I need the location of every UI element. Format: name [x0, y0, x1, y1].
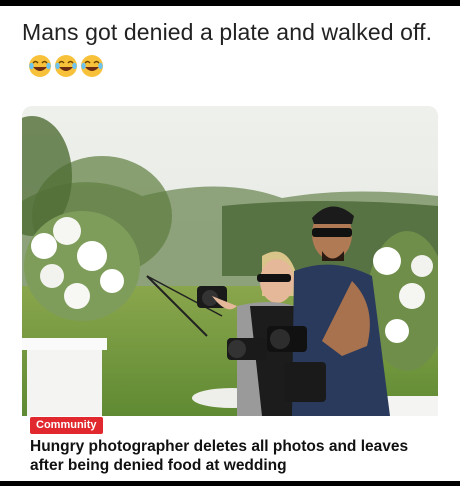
bottom-border	[0, 481, 460, 486]
face-with-tears-of-joy-icon	[81, 54, 103, 77]
post-caption: Mans got denied a plate and walked off.	[22, 16, 442, 80]
article-headline[interactable]: Hungry photographer deletes all photos a…	[30, 437, 430, 475]
face-with-tears-of-joy-icon	[55, 54, 77, 77]
face-with-tears-of-joy-icon	[29, 54, 51, 77]
top-border	[0, 0, 460, 6]
caption-text: Mans got denied a plate and walked off.	[22, 19, 433, 45]
article-card[interactable]: Community Hungry photographer deletes al…	[22, 106, 438, 481]
article-photo	[22, 106, 438, 416]
community-badge[interactable]: Community	[30, 417, 103, 434]
emoji-group	[28, 54, 104, 78]
